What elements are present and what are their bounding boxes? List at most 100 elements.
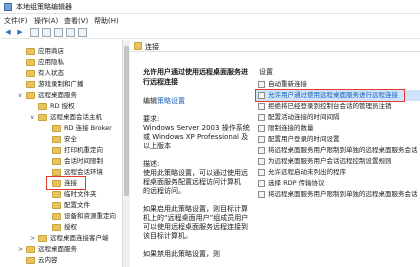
export-list-icon[interactable]: [54, 28, 63, 37]
tree-item[interactable]: RD 连接 Broker: [0, 123, 122, 134]
folder-icon: [38, 235, 47, 242]
folder-icon: [38, 103, 47, 110]
properties-icon[interactable]: [42, 28, 51, 37]
tree-scroll-thumb[interactable]: [124, 46, 129, 196]
setting-row[interactable]: 选择 RDP 传输协议: [255, 178, 420, 189]
tree-item[interactable]: 游戏录制和广播: [0, 79, 122, 90]
description-line: 机上的“远程桌面用户”组成员用户: [143, 214, 249, 222]
policy-setting-icon: [258, 147, 265, 154]
tree-item[interactable]: 设备和资源重定向: [0, 211, 122, 222]
description-line: 程桌面服务配置远程访问计算机: [143, 178, 241, 186]
policy-setting-icon: [258, 191, 265, 198]
policy-setting-icon: [258, 180, 265, 187]
expand-icon[interactable]: >: [18, 244, 23, 255]
menu-help[interactable]: 帮助(H): [94, 16, 119, 26]
folder-icon: [26, 59, 35, 66]
description-line: 如果启用此策略设置，则目标计算: [143, 205, 248, 213]
description-line: 如果禁用此策略设置，则: [143, 250, 220, 258]
menu-view[interactable]: 查看(V): [64, 16, 88, 26]
folder-icon: [26, 81, 35, 88]
tree-item[interactable]: > 远程桌面服务: [0, 244, 122, 255]
description-panel: 允许用户通过使用远程桌面服务进行远程连接 编辑策略设置 要求: Windows …: [131, 55, 252, 267]
description-line: 可以使用远程桌面服务远程连接到: [143, 223, 248, 231]
menu-action[interactable]: 操作(A): [34, 16, 58, 26]
policy-setting-icon: [258, 158, 265, 165]
folder-icon: [134, 42, 142, 50]
setting-row[interactable]: 配置活动连接的时间间隔: [255, 112, 420, 123]
folder-icon: [52, 191, 61, 198]
description-line: 该目标计算机。: [143, 232, 192, 240]
description-line: 的远程访问。: [143, 187, 185, 195]
policy-setting-icon: [258, 103, 265, 110]
tree-item-expanded[interactable]: ∨ 远程桌面服务: [0, 90, 122, 101]
tree-item[interactable]: 临时文件夹: [0, 189, 122, 200]
setting-row[interactable]: 限制连接的数量: [255, 123, 420, 134]
policy-setting-icon: [258, 169, 265, 176]
policy-setting-icon: [258, 136, 265, 143]
title-bar: 本地组策略编辑器: [0, 0, 420, 14]
setting-row[interactable]: 将远程桌面服务用户限制到单独的远程桌面服务会话: [255, 189, 420, 200]
folder-icon: [38, 114, 47, 121]
settings-list: 设置 自动重新连接 允许用户通过使用远程桌面服务进行远程连接 拒绝将已经登录到控…: [253, 55, 420, 267]
folder-icon: [52, 213, 61, 220]
app-icon: [4, 3, 12, 11]
requirements-line: 以上版本: [143, 142, 171, 150]
tree-item[interactable]: 云内容: [0, 255, 122, 266]
tree-item[interactable]: 授权: [0, 222, 122, 233]
folder-icon: [26, 70, 35, 77]
tree-item[interactable]: 打印机重定向: [0, 145, 122, 156]
tree-item[interactable]: > 远程桌面连接客户端: [0, 233, 122, 244]
folder-icon: [52, 158, 61, 165]
requirements-line: 或 Windows XP Professional 及: [143, 133, 249, 141]
back-arrow-icon[interactable]: ◀: [3, 28, 13, 37]
tree-item[interactable]: 会话时间限制: [0, 156, 122, 167]
folder-icon: [52, 147, 61, 154]
setting-row[interactable]: 配置用户登录的时间设置: [255, 134, 420, 145]
edit-policy-line: 编辑策略设置: [143, 97, 185, 105]
folder-icon: [26, 48, 35, 55]
requirements-line: Windows Server 2003 操作系统: [143, 124, 250, 132]
description-line: 使用此策略设置，可以通过使用远: [143, 169, 248, 177]
tree-item[interactable]: 有人状态: [0, 68, 122, 79]
menu-file[interactable]: 文件(F): [4, 16, 28, 26]
setting-row[interactable]: 将远程桌面服务用户限制到单独的远程桌面服务会话: [255, 145, 420, 156]
folder-icon: [52, 169, 61, 176]
tree-item[interactable]: RD 授权: [0, 101, 122, 112]
tree-item-expanded[interactable]: ∨ 远程桌面会话主机: [0, 112, 122, 123]
toolbar: ◀ ▶: [0, 26, 420, 39]
tree-item[interactable]: 应用商店: [0, 46, 122, 57]
setting-row[interactable]: 为远程桌面服务用户会话远程控制设置规则: [255, 156, 420, 167]
help-icon[interactable]: [66, 28, 75, 37]
menu-bar: 文件(F) 操作(A) 查看(V) 帮助(H): [0, 14, 420, 26]
main-header: 连接: [131, 40, 420, 52]
folder-icon: [52, 125, 61, 132]
window-title: 本地组策略编辑器: [16, 3, 72, 11]
folder-icon: [26, 246, 35, 253]
tree-scrollbar[interactable]: [123, 40, 130, 267]
collapse-icon[interactable]: ∨: [30, 112, 34, 123]
setting-row[interactable]: 允许远程启动未列出的程序: [255, 167, 420, 178]
filter-icon[interactable]: [78, 28, 87, 37]
policy-setting-icon: [258, 114, 265, 121]
policy-title: 允许用户通过使用远程桌面服务进行远程连接: [143, 68, 248, 86]
tree-item[interactable]: 安全: [0, 134, 122, 145]
main-header-title: 连接: [145, 43, 159, 51]
tree-item[interactable]: 配置文件: [0, 200, 122, 211]
policy-setting-icon: [258, 125, 265, 132]
collapse-icon[interactable]: ∨: [18, 90, 22, 101]
folder-icon: [52, 136, 61, 143]
setting-row[interactable]: 拒绝将已经登录到控制台会话的管理员注销: [255, 101, 420, 112]
settings-column-header[interactable]: 设置: [259, 67, 273, 77]
folder-icon: [52, 224, 61, 231]
edit-policy-link[interactable]: 策略设置: [157, 97, 185, 105]
requirements-label: 要求:: [143, 115, 160, 123]
show-hide-tree-icon[interactable]: [30, 28, 39, 37]
tree-item[interactable]: 应用隐私: [0, 57, 122, 68]
folder-icon: [52, 202, 61, 209]
expand-icon[interactable]: >: [30, 233, 35, 244]
connections-highlight: [46, 176, 86, 190]
policy-setting-icon: [258, 81, 265, 88]
forward-arrow-icon[interactable]: ▶: [15, 28, 25, 37]
folder-icon: [26, 92, 35, 99]
policy-tree: 应用商店 应用隐私 有人状态 游戏录制和广播 ∨ 远程桌面服务 RD 授权 ∨ …: [0, 40, 123, 267]
